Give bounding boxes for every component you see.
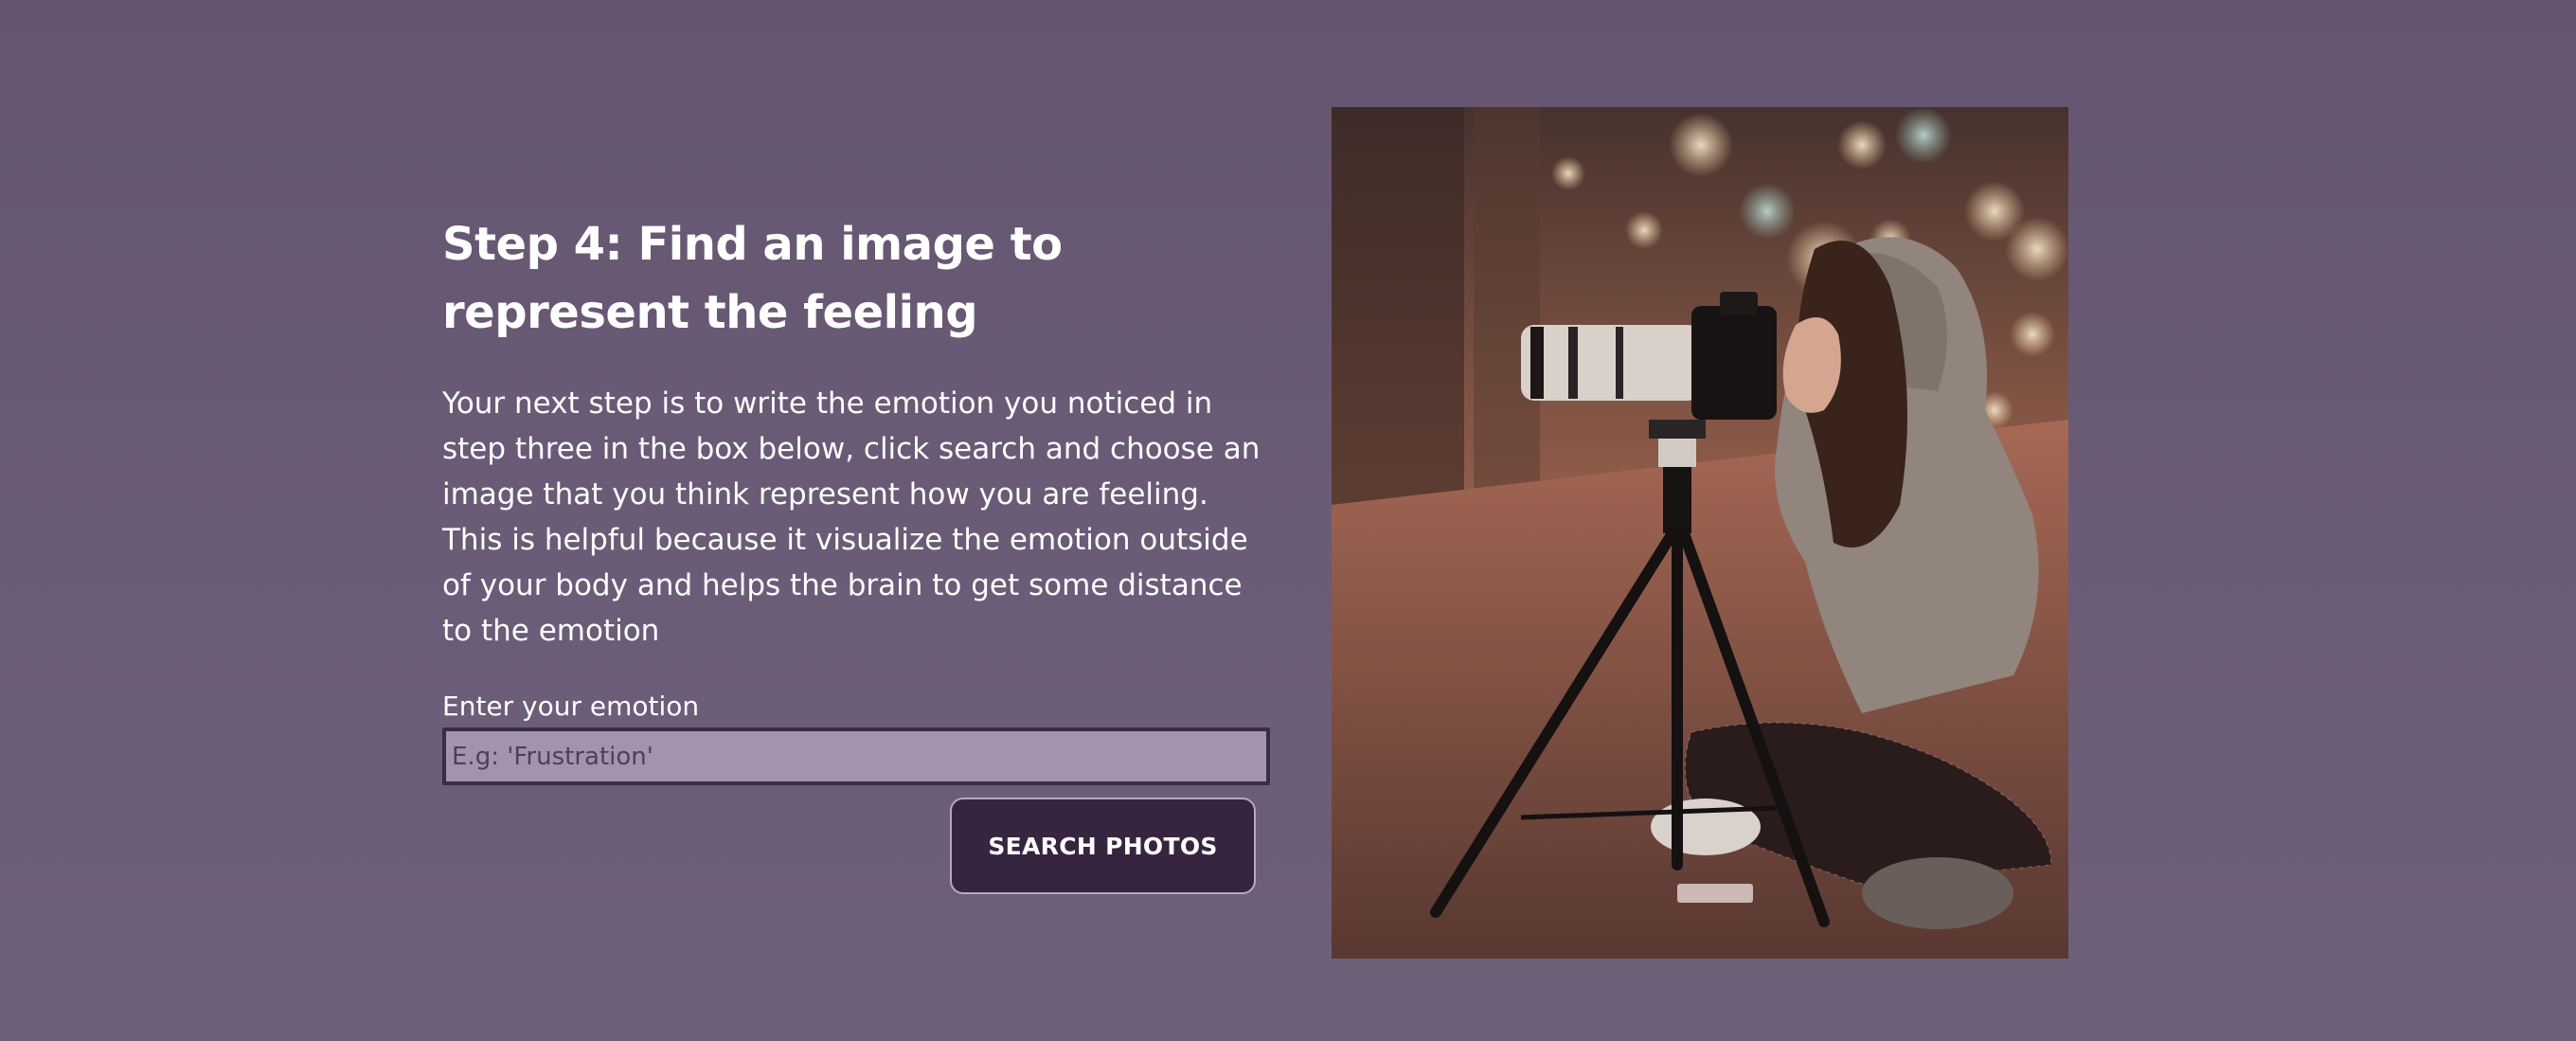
photo-illustration [1332,107,2068,959]
step-description: Your next step is to write the emotion y… [442,386,1261,648]
step-content: Step 4: Find an image to represent the f… [442,210,1270,894]
photographer-photo [1332,107,2068,959]
step-heading: Step 4: Find an image to represent the f… [442,218,1063,339]
emotion-input[interactable] [442,727,1270,785]
emotion-input-label: Enter your emotion [442,691,700,722]
search-photos-button[interactable]: SEARCH PHOTOS [950,798,1256,894]
